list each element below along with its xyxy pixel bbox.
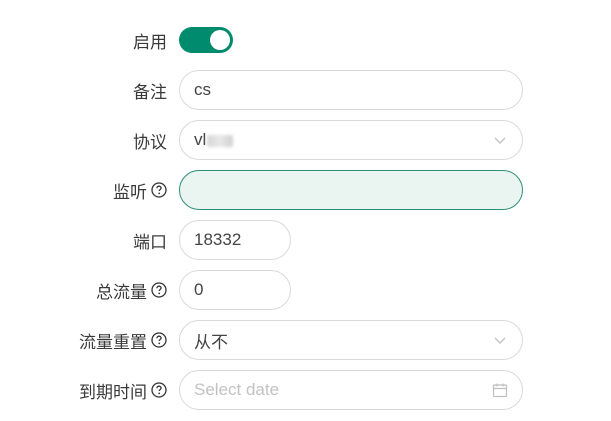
row-expiry: 到期时间 Select date xyxy=(0,370,611,410)
row-traffic-reset: 流量重置 从不 xyxy=(0,320,611,360)
total-traffic-label: 总流量 xyxy=(96,282,147,302)
remark-label: 备注 xyxy=(133,82,167,102)
total-traffic-input[interactable]: 0 xyxy=(179,270,291,310)
port-value: 18332 xyxy=(194,230,242,249)
remark-value: cs xyxy=(194,80,211,99)
expiry-date-picker[interactable]: Select date xyxy=(179,370,523,410)
traffic-reset-value: 从不 xyxy=(194,332,228,352)
enable-label: 启用 xyxy=(133,32,167,52)
remark-input[interactable]: cs xyxy=(179,70,523,110)
expiry-label: 到期时间 xyxy=(79,382,147,402)
question-circle-icon[interactable] xyxy=(151,282,167,298)
row-remark: 备注 cs xyxy=(0,70,611,110)
question-circle-icon[interactable] xyxy=(151,332,167,348)
port-input[interactable]: 18332 xyxy=(179,220,291,260)
traffic-reset-label: 流量重置 xyxy=(79,332,147,352)
protocol-value: vl xyxy=(194,130,207,149)
switch-knob xyxy=(210,30,230,50)
listen-label: 监听 xyxy=(113,182,147,202)
row-port: 端口 18332 xyxy=(0,220,611,260)
chevron-down-icon xyxy=(492,132,508,148)
row-total-traffic: 总流量 0 xyxy=(0,270,611,310)
expiry-placeholder: Select date xyxy=(194,380,280,399)
calendar-icon xyxy=(492,382,508,398)
protocol-label: 协议 xyxy=(133,132,167,152)
traffic-reset-select[interactable]: 从不 xyxy=(179,320,523,360)
chevron-down-icon xyxy=(492,332,508,348)
question-circle-icon[interactable] xyxy=(151,382,167,398)
total-traffic-value: 0 xyxy=(194,280,204,299)
row-protocol: 协议 vl xyxy=(0,120,611,160)
listen-input[interactable] xyxy=(179,170,523,210)
inbound-form: 启用 备注 cs 协议 vl 监听 端口 18332 总流量 0 流量重置 从不… xyxy=(0,0,611,421)
redacted-text xyxy=(207,134,234,147)
row-listen: 监听 xyxy=(0,170,611,210)
protocol-select[interactable]: vl xyxy=(179,120,523,160)
row-enable: 启用 xyxy=(0,20,611,60)
question-circle-icon[interactable] xyxy=(151,182,167,198)
port-label: 端口 xyxy=(133,232,167,252)
enable-switch[interactable] xyxy=(179,27,233,53)
